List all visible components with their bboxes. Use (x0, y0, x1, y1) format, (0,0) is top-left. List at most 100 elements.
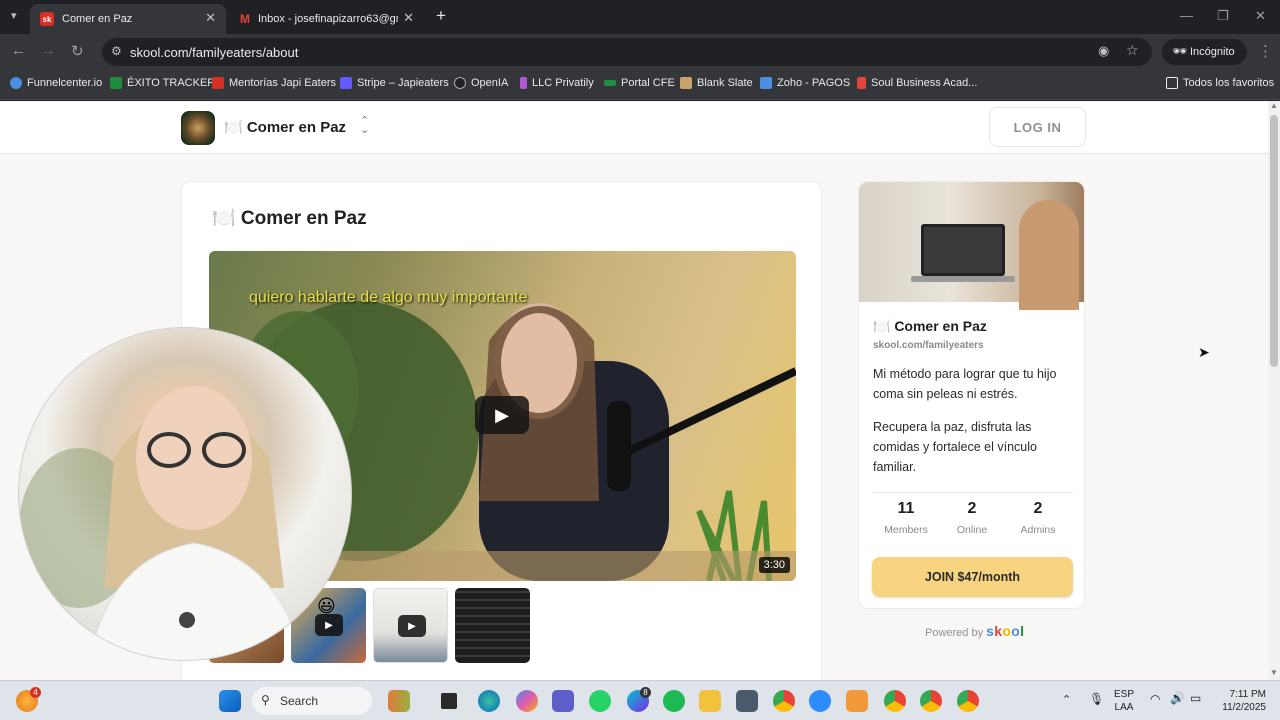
bookmark-exito-tracker[interactable]: ÉXITO TRACKER (110, 77, 215, 89)
minimize-icon[interactable]: — (1180, 8, 1193, 23)
bookmark-icon (857, 77, 866, 89)
bookmark-icon (10, 77, 22, 89)
stat-value: 11 (897, 500, 915, 517)
bookmark-llc-privatily[interactable]: LLC Privatily (520, 77, 594, 89)
stat-admins[interactable]: 2 Admins (1005, 500, 1071, 536)
reload-icon[interactable]: ↻ (71, 42, 84, 60)
scrollbar-thumb[interactable] (1270, 115, 1278, 367)
page-scrollbar[interactable]: ▲ ▼ (1268, 101, 1280, 680)
group-description: Mi método para lograr que tu hijo coma s… (873, 367, 1057, 401)
stat-members[interactable]: 11 Members (873, 500, 939, 536)
bookmark-label: Stripe – Japieaters (357, 77, 449, 89)
media-thumbnail[interactable] (455, 588, 530, 663)
webcam-person (19, 386, 304, 660)
group-url: skool.com/familyeaters (873, 340, 984, 351)
bookmark-zoho[interactable]: Zoho - PAGOS (760, 77, 850, 89)
restore-icon[interactable]: ❐ (1217, 8, 1229, 24)
app-icon[interactable] (846, 690, 868, 712)
bookmark-blank-slate[interactable]: Blank Slate (680, 77, 753, 89)
bookmark-icon (212, 77, 224, 89)
media-thumbnail[interactable]: ▶ (373, 588, 448, 663)
volume-icon[interactable]: 🔊 (1170, 691, 1185, 705)
widgets-icon[interactable] (388, 690, 410, 712)
tab-inbox[interactable]: M Inbox - josefinapizarro63@gma ✕ (228, 4, 424, 34)
close-window-icon[interactable]: ✕ (1255, 8, 1266, 24)
skool-logo-letter: o (1002, 623, 1012, 639)
search-icon: ⚲ (261, 693, 270, 707)
tab-search-chevron-icon[interactable]: ▾ (11, 9, 17, 22)
wifi-icon[interactable]: ◠ (1150, 692, 1160, 706)
address-bar[interactable]: ⚙ skool.com/familyeaters/about ◉ ☆ (102, 38, 1152, 66)
log-in-button[interactable]: LOG IN (989, 107, 1086, 147)
group-switcher-icon[interactable]: ⌃ ⌄ (360, 116, 369, 136)
task-view-icon[interactable] (441, 693, 457, 709)
chrome-profile-icon[interactable] (957, 690, 979, 712)
microphone-icon[interactable]: 🎙 (1089, 692, 1104, 706)
bookmark-label: LLC Privatily (532, 77, 594, 89)
group-description: Recupera la paz, disfruta las comidas y … (873, 420, 1037, 474)
bookmark-portal-cfe[interactable]: Portal CFE (604, 77, 675, 89)
scroll-up-icon[interactable]: ▲ (1270, 101, 1278, 110)
whatsapp-icon[interactable] (589, 690, 611, 712)
stat-value: 2 (967, 500, 977, 517)
group-logo[interactable] (181, 111, 215, 145)
chrome-profile-icon[interactable] (920, 690, 942, 712)
bookmarks-bar: Funnelcenter.io ÉXITO TRACKER Mentorías … (0, 70, 1280, 100)
video-caption: quiero hablarte de algo muy importante (249, 289, 528, 306)
stat-label: Members (884, 524, 928, 536)
bookmark-label: Blank Slate (697, 77, 753, 89)
skool-logo: skool (986, 623, 1024, 639)
bookmark-star-icon[interactable]: ☆ (1126, 42, 1139, 59)
powered-prefix: Powered by (925, 627, 984, 639)
eye-off-icon[interactable]: ◉ (1098, 43, 1109, 59)
bookmark-stripe[interactable]: Stripe – Japieaters (340, 77, 449, 89)
taskbar-search[interactable]: ⚲ Search (252, 687, 372, 715)
tray-chevron-icon[interactable]: ⌃ (1062, 693, 1071, 706)
site-header: 🍽️ Comer en Paz ⌃ ⌄ LOG IN (0, 101, 1268, 154)
bookmark-icon (520, 77, 527, 89)
app-badge: 8 (640, 687, 651, 698)
back-icon[interactable]: ← (11, 42, 26, 59)
join-button[interactable]: JOIN $47/month (872, 557, 1073, 597)
forward-icon[interactable]: → (41, 42, 56, 59)
bookmark-icon (604, 80, 616, 86)
scroll-down-icon[interactable]: ▼ (1270, 668, 1278, 677)
language-indicator[interactable]: ESP LAA (1114, 688, 1134, 714)
menu-dots-icon[interactable]: ⋮ (1258, 42, 1273, 60)
windows-start-icon[interactable] (219, 690, 241, 712)
tab-strip: ▾ sk Comer en Paz ✕ M Inbox - josefinapi… (0, 0, 1280, 34)
chrome-icon[interactable] (773, 690, 795, 712)
bookmark-icon (680, 77, 692, 89)
powered-by[interactable]: Powered by skool (925, 623, 1024, 639)
bookmark-funnelcenter[interactable]: Funnelcenter.io (10, 77, 102, 89)
copilot-icon[interactable] (516, 690, 538, 712)
bookmark-label: OpenIA (471, 77, 509, 89)
zoom-icon[interactable] (809, 690, 831, 712)
close-icon[interactable]: ✕ (205, 10, 216, 26)
edge-icon[interactable] (478, 690, 500, 712)
bookmark-mentorias[interactable]: Mentorías Japi Eaters (212, 77, 336, 89)
incognito-badge[interactable]: 🕶 Incógnito (1162, 39, 1247, 65)
calculator-icon[interactable] (736, 690, 758, 712)
site-info-icon[interactable]: ⚙ (111, 44, 122, 58)
stat-online[interactable]: 2 Online (939, 500, 1005, 536)
group-title[interactable]: 🍽️ Comer en Paz (224, 118, 346, 136)
tab-title: Comer en Paz (62, 13, 133, 25)
play-icon[interactable]: ▶ (398, 615, 426, 637)
bookmark-icon (760, 77, 772, 89)
clock-time: 7:11 PM (1229, 689, 1267, 700)
play-icon[interactable]: ▶ (475, 396, 529, 434)
chrome-profile-icon[interactable] (884, 690, 906, 712)
tab-comer-en-paz[interactable]: sk Comer en Paz ✕ (30, 4, 226, 34)
all-bookmarks[interactable]: Todos los favoritos (1166, 77, 1274, 89)
bookmark-openia[interactable]: OpenIA (454, 77, 508, 89)
bookmark-soul-business[interactable]: Soul Business Acad... (857, 77, 977, 89)
clock[interactable]: 7:11 PM 11/2/2025 (1216, 688, 1266, 714)
file-explorer-icon[interactable] (699, 690, 721, 712)
teams-icon[interactable] (552, 690, 574, 712)
close-icon[interactable]: ✕ (403, 10, 414, 26)
new-tab-button[interactable]: + (436, 6, 446, 26)
gmail-icon: M (240, 12, 250, 26)
battery-icon[interactable]: ▭ (1190, 691, 1201, 705)
spotify-icon[interactable] (663, 690, 685, 712)
